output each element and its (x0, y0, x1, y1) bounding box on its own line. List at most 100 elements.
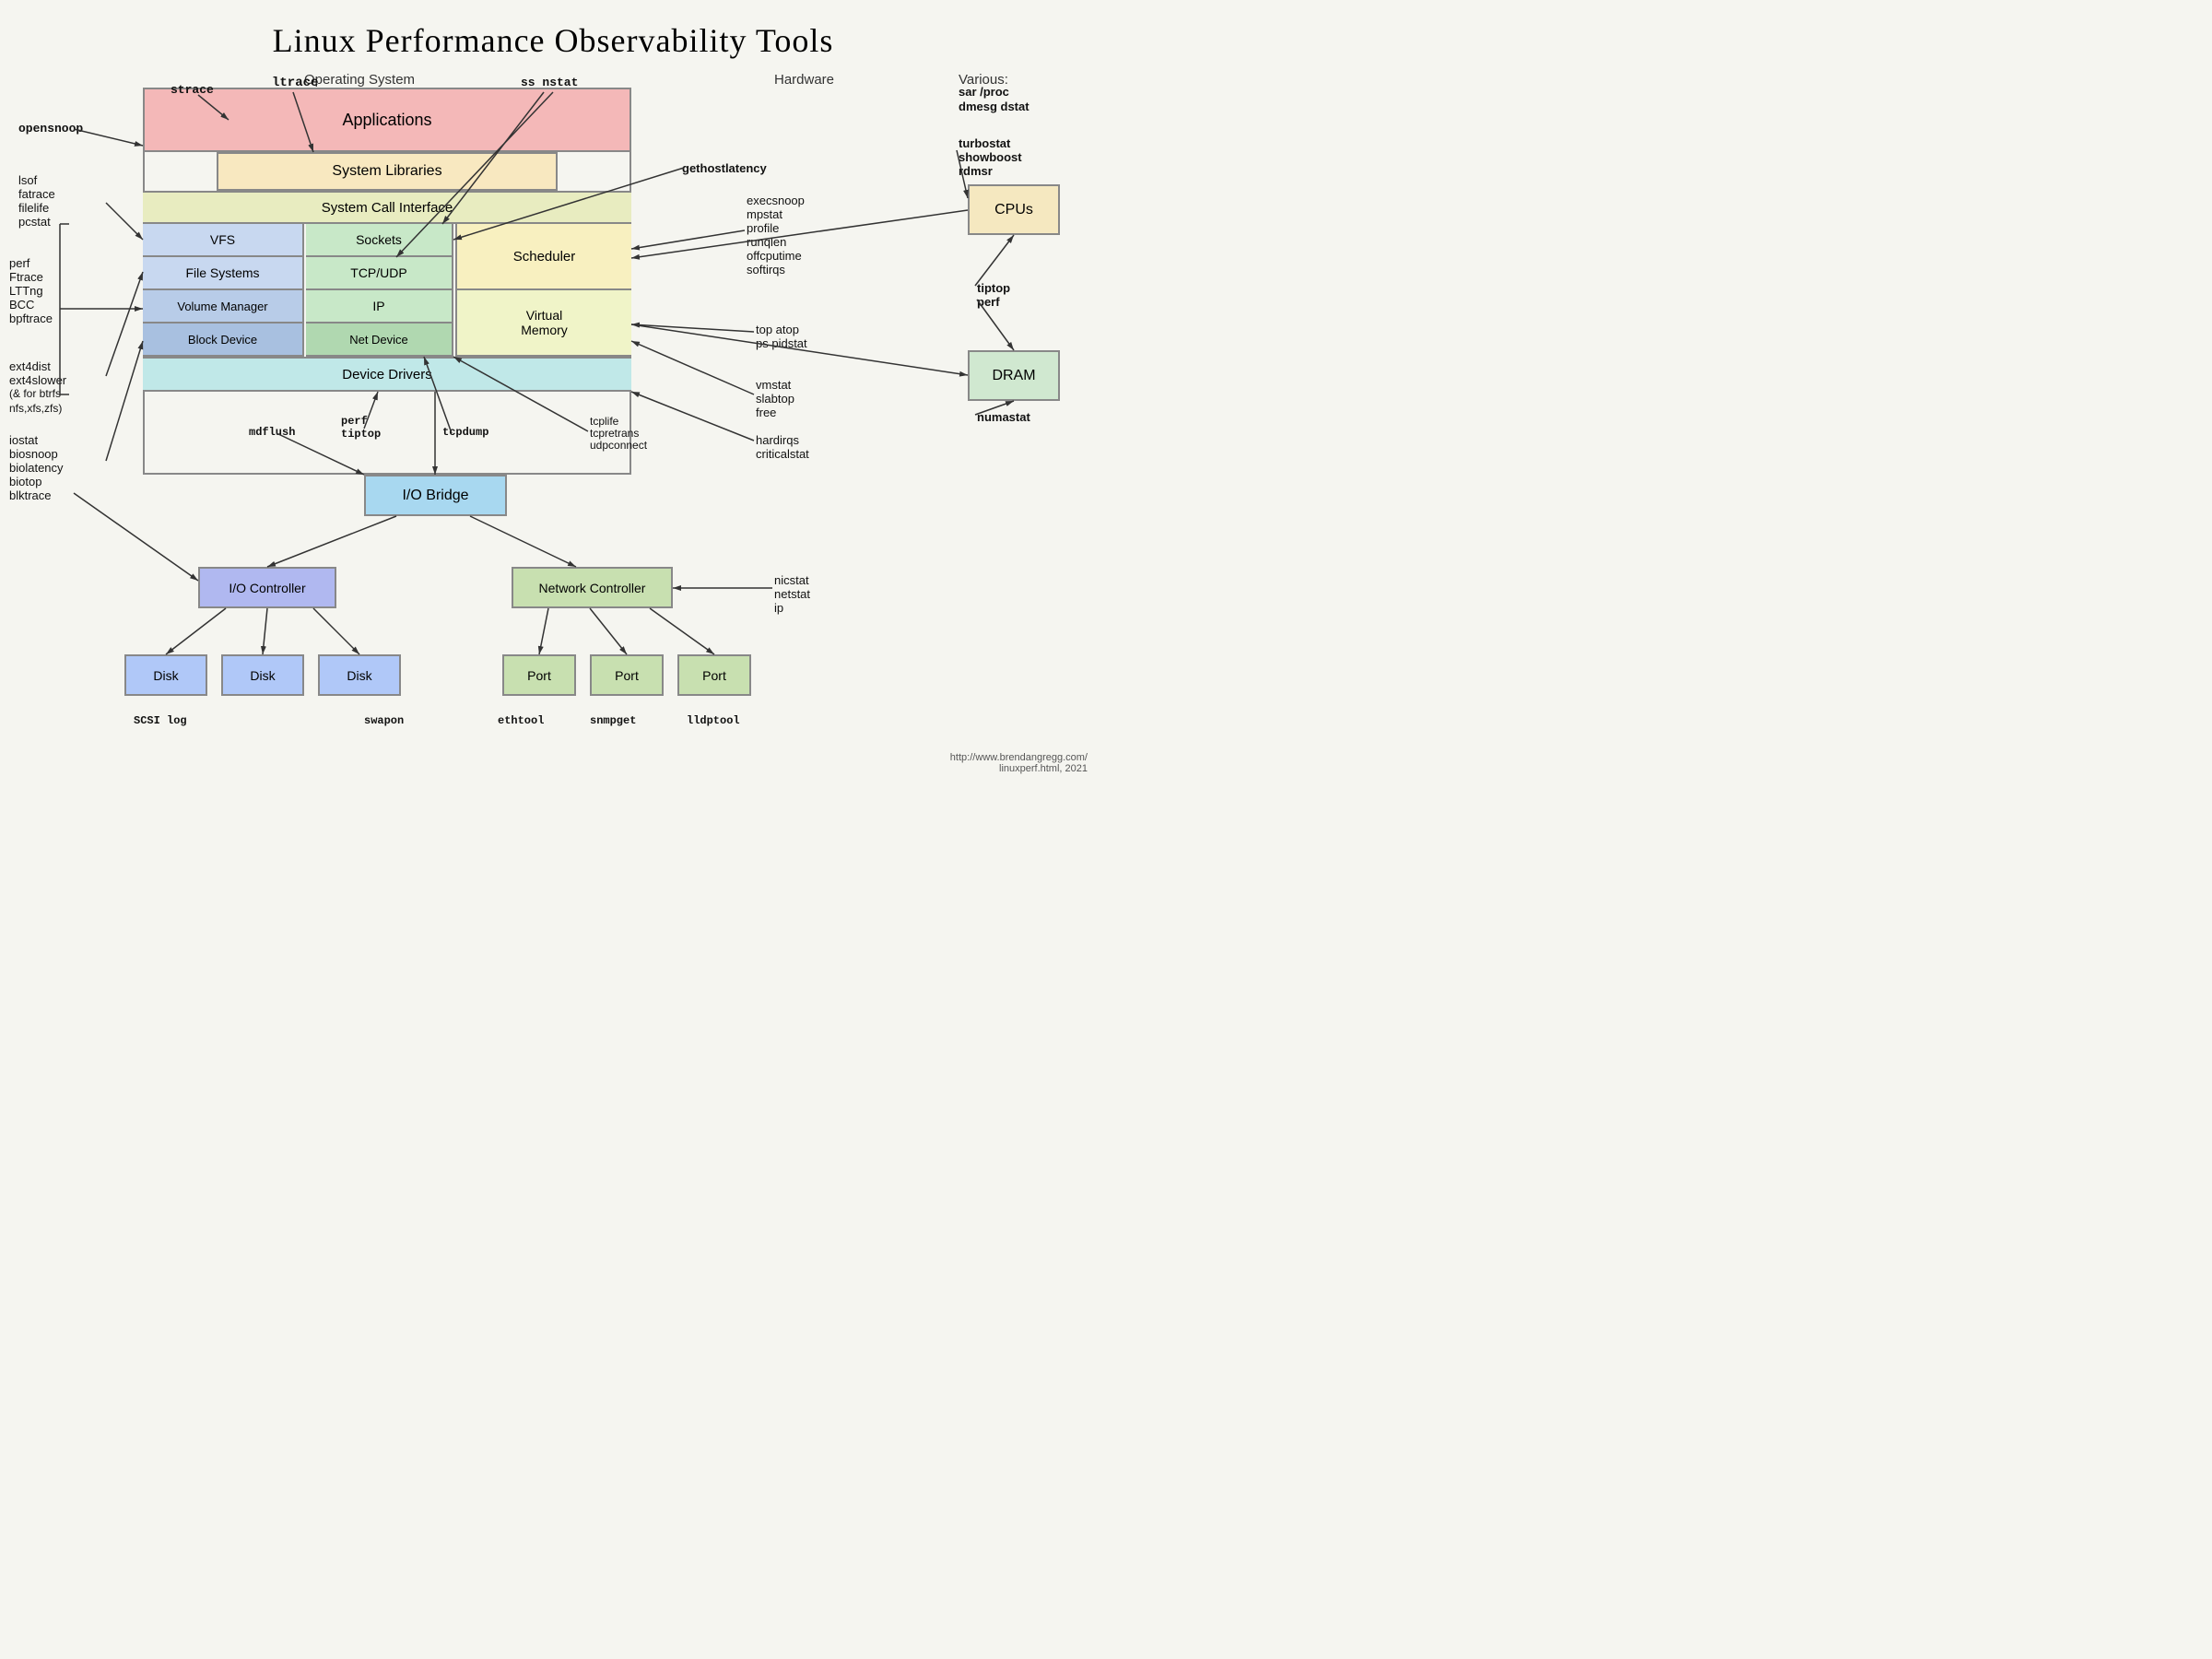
layer-devdrivers: Device Drivers (143, 357, 631, 392)
iobridge-label: I/O Bridge (402, 488, 468, 504)
filesys-label: File Systems (185, 265, 259, 280)
blockdev-label: Block Device (188, 333, 257, 347)
tool-lttng: LTTng (9, 284, 43, 298)
tool-perf-tiptop: perftiptop (341, 415, 381, 441)
tool-fatrace: fatrace (18, 187, 55, 201)
layer-ip: IP (306, 290, 453, 324)
layer-applications: Applications (143, 88, 631, 152)
tool-iostat: iostat (9, 433, 38, 447)
tool-bpftrace: bpftrace (9, 312, 53, 325)
layer-syslib: System Libraries (217, 152, 558, 191)
hw-dram: DRAM (968, 350, 1060, 401)
tool-profile: profile (747, 221, 779, 235)
tool-biotop: biotop (9, 475, 41, 488)
port3-label: Port (702, 668, 726, 683)
tool-pcstat: pcstat (18, 215, 51, 229)
netcontroller-label: Network Controller (539, 581, 646, 595)
footer-link: http://www.brendangregg.com/ linuxperf.h… (950, 752, 1088, 774)
hw-netcontroller: Network Controller (512, 567, 673, 608)
devdrivers-label: Device Drivers (342, 367, 432, 382)
tool-perf: perf (9, 256, 29, 270)
tool-hardirqs: hardirqs (756, 433, 799, 447)
layer-netdev: Net Device (306, 324, 453, 357)
layer-tcpudp: TCP/UDP (306, 257, 453, 290)
layer-virtmem: VirtualMemory (455, 290, 631, 357)
tool-offcputime: offcputime (747, 249, 802, 263)
tool-slabtop: slabtop (756, 392, 794, 406)
tool-numastat: numastat (977, 410, 1030, 424)
tool-lsof: lsof (18, 173, 37, 187)
tool-gethostlatency: gethostlatency (682, 161, 767, 175)
tool-runqlen: runqlen (747, 235, 786, 249)
disk3-label: Disk (347, 668, 371, 683)
tool-biolatency: biolatency (9, 461, 64, 475)
tool-opensnoop: opensnoop (18, 122, 83, 135)
hw-port-2: Port (590, 654, 664, 696)
tool-swapon: swapon (364, 714, 404, 727)
tool-lldptool: lldptool (687, 714, 740, 727)
layer-blockdev: Block Device (143, 324, 304, 357)
ip-label: IP (372, 299, 384, 313)
tool-tcpdump: tcpdump (442, 426, 488, 439)
hw-label: Hardware (774, 72, 834, 88)
tool-top-atop: top atop (756, 323, 799, 336)
dram-label: DRAM (992, 368, 1035, 384)
tool-turbostat: turbostat (959, 136, 1010, 150)
tool-ps-pidstat: ps pidstat (756, 336, 807, 350)
tool-mpstat: mpstat (747, 207, 782, 221)
tool-dmesg-dstat: dmesg dstat (959, 100, 1030, 113)
hw-disk-3: Disk (318, 654, 401, 696)
hw-disk-2: Disk (221, 654, 304, 696)
layer-filesys: File Systems (143, 257, 304, 290)
tool-perf-hw: perf (977, 295, 1000, 309)
tool-execsnoop: execsnoop (747, 194, 805, 207)
layer-syscall: System Call Interface (143, 191, 631, 224)
tool-biosnoop: biosnoop (9, 447, 58, 461)
hw-cpus: CPUs (968, 184, 1060, 235)
os-label: Operating System (304, 72, 415, 88)
tool-ext4slower: ext4slower (9, 373, 66, 387)
hw-port-3: Port (677, 654, 751, 696)
tool-mdflush: mdflush (249, 426, 295, 439)
layer-volmgr: Volume Manager (143, 290, 304, 324)
tool-sar-proc: sar /proc (959, 85, 1009, 99)
tool-ethtool: ethtool (498, 714, 544, 727)
hw-port-1: Port (502, 654, 576, 696)
scheduler-label: Scheduler (513, 249, 576, 265)
tool-criticalstat: criticalstat (756, 447, 809, 461)
tool-ftrace: Ftrace (9, 270, 43, 284)
syscall-label: System Call Interface (322, 200, 453, 216)
syslib-label: System Libraries (332, 163, 441, 180)
tool-strace: strace (171, 83, 214, 97)
tool-bcc: BCC (9, 298, 34, 312)
hw-iobridge: I/O Bridge (364, 475, 507, 516)
page-title: Linux Performance Observability Tools (0, 5, 1106, 67)
tool-rdmsr: rdmsr (959, 164, 993, 178)
diagram-area: Linux Performance Observability Tools Op… (0, 0, 1106, 783)
port2-label: Port (615, 668, 639, 683)
tool-ss-nstat: ss nstat (521, 76, 578, 89)
layer-scheduler: Scheduler (455, 224, 631, 290)
hw-disk-1: Disk (124, 654, 207, 696)
tool-ltrace: ltrace (272, 76, 318, 90)
tool-udpconnect: udpconnect (590, 439, 647, 452)
tool-btrfs-note: (& for btrfsnfs,xfs,zfs) (9, 387, 62, 416)
tcpudp-label: TCP/UDP (350, 265, 406, 280)
layer-vfs: VFS (143, 224, 304, 257)
iocontroller-label: I/O Controller (229, 581, 305, 595)
tool-ip-tool: ip (774, 601, 783, 615)
tool-softirqs: softirqs (747, 263, 785, 276)
tool-nicstat: nicstat (774, 573, 809, 587)
tool-snmpget: snmpget (590, 714, 636, 727)
port1-label: Port (527, 668, 551, 683)
tool-showboost: showboost (959, 150, 1022, 164)
tool-tiptop: tiptop (977, 281, 1010, 295)
tool-vmstat: vmstat (756, 378, 791, 392)
disk2-label: Disk (250, 668, 275, 683)
applications-label: Applications (342, 111, 431, 130)
virtmem-label: VirtualMemory (521, 308, 568, 337)
netdev-label: Net Device (349, 333, 408, 347)
tool-filelife: filelife (18, 201, 49, 215)
tool-blktrace: blktrace (9, 488, 52, 502)
tool-tcplife: tcplife (590, 415, 618, 428)
